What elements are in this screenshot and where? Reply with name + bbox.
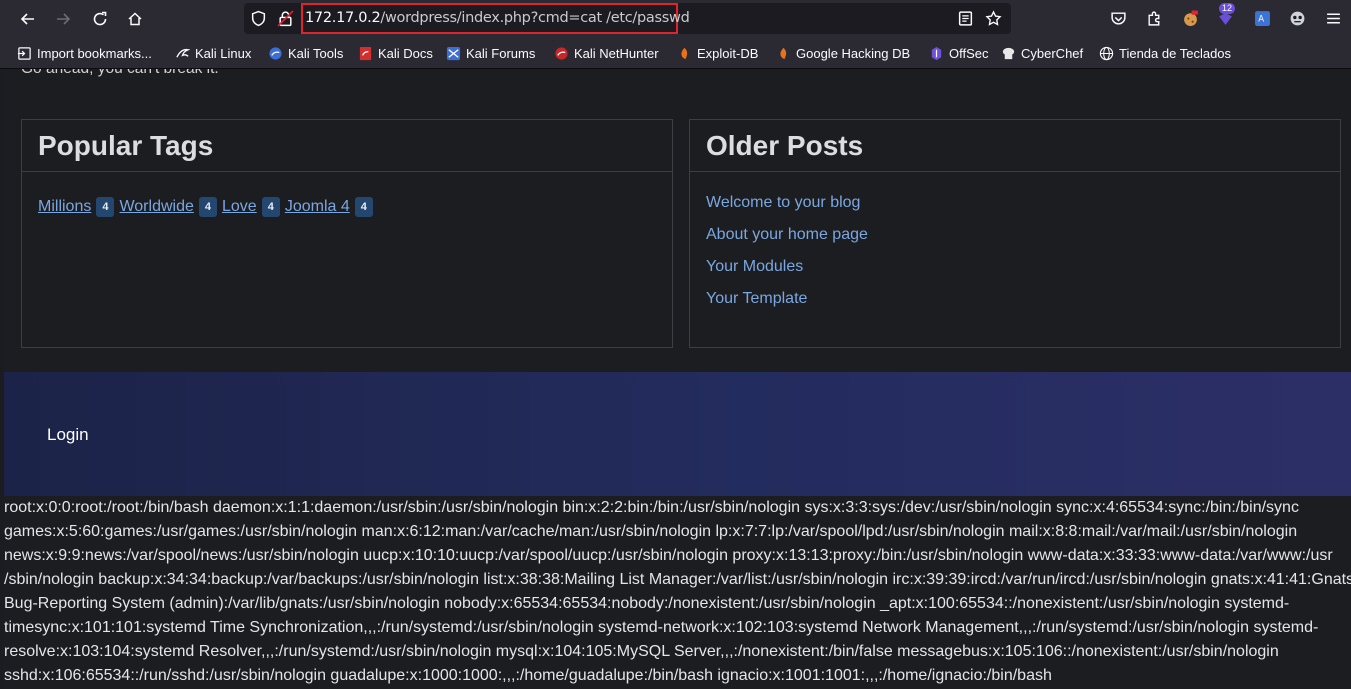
post-link-about[interactable]: About your home page [706,226,868,258]
post-link-modules[interactable]: Your Modules [706,258,868,290]
svg-text:A: A [1258,14,1264,24]
extensions-puzzle-icon[interactable] [1144,8,1164,28]
older-posts-card: Older Posts Welcome to your blog About y… [689,119,1341,348]
forward-button[interactable] [50,6,76,32]
kali-dragon-icon [175,46,190,61]
output-line: news:x:9:9:news:/var/spool/news:/usr/sbi… [4,547,1333,564]
bookmark-kali-linux[interactable]: Kali Linux [175,46,251,61]
cookie-extension-icon[interactable] [1180,8,1200,28]
bookmark-google-hacking-db[interactable]: Google Hacking DB [776,46,910,61]
ghdb-icon [776,46,791,61]
reload-button[interactable] [87,6,113,32]
insecure-lock-icon[interactable] [277,10,294,27]
post-link-welcome[interactable]: Welcome to your blog [706,194,868,226]
tag-count-badge: 4 [261,197,280,217]
bookmark-label: Tienda de Teclados [1119,46,1232,61]
nethunter-icon [554,46,569,61]
bookmark-tienda-de-teclados[interactable]: Tienda de Teclados [1099,46,1231,61]
tag-link-joomla-4[interactable]: Joomla 4 [285,198,350,216]
output-line: root:x:0:0:root:/root:/bin/bash daemon:x… [4,499,1299,516]
bookmark-label: CyberChef [1021,46,1084,61]
site-footer: Login [4,372,1351,496]
bookmark-cyberchef[interactable]: CyberChef [1001,46,1083,61]
bookmark-exploit-db[interactable]: Exploit-DB [677,46,758,61]
forward-arrow-icon [57,13,71,25]
output-line: Bug-Reporting System (admin):/var/lib/gn… [4,595,1290,612]
older-posts-title: Older Posts [706,130,864,161]
bookmark-label: Exploit-DB [697,46,759,61]
output-line: timesync:x:101:101:systemd Time Synchron… [4,619,1319,636]
intro-text: Go ahead, you can't break it. [21,69,219,78]
menu-hamburger-icon[interactable] [1323,8,1343,28]
home-button[interactable] [122,6,148,32]
bookmark-label: Kali Docs [378,46,433,61]
kali-forums-icon [446,46,461,61]
bookmark-label: Kali Forums [466,46,536,61]
bookmark-kali-docs[interactable]: Kali Docs [358,46,433,61]
bookmark-label: OffSec [949,46,989,61]
bookmark-label: Kali Linux [195,46,252,61]
output-line: /sbin/nologin backup:x:34:34:backup:/var… [4,571,1351,588]
tag-list: Millions 4 Worldwide 4 Love 4 Joomla 4 4 [38,197,378,217]
bookmarks-toolbar: Import bookmarks... Kali Linux Kali Tool… [0,37,1351,69]
hacker-mask-extension-icon[interactable] [1287,8,1307,28]
offsec-icon [929,46,944,61]
popular-tags-card: Popular Tags Millions 4 Worldwide 4 Love… [21,119,673,348]
tag-link-worldwide[interactable]: Worldwide [119,198,193,216]
post-list: Welcome to your blog About your home pag… [706,194,868,322]
output-line: games:x:5:60:games:/usr/games:/usr/sbin/… [4,523,1298,540]
tag-link-love[interactable]: Love [222,198,257,216]
kali-docs-icon [358,46,373,61]
bookmark-kali-nethunter[interactable]: Kali NetHunter [554,46,659,61]
popular-tags-title: Popular Tags [38,130,214,161]
url-bar[interactable]: 172.17.0.2/wordpress/index.php?cmd=cat /… [244,3,1011,34]
exploitdb-icon [677,46,692,61]
bookmark-offsec[interactable]: OffSec [929,46,989,61]
import-icon [17,46,32,61]
bookmark-label: Kali NetHunter [574,46,659,61]
reload-icon [93,11,107,26]
bookmark-label: Kali Tools [288,46,344,61]
bookmark-star-icon[interactable] [985,10,1002,27]
tag-count-badge: 4 [198,197,217,217]
navigation-toolbar: 172.17.0.2/wordpress/index.php?cmd=cat /… [0,0,1351,37]
translate-extension-icon[interactable]: A [1252,8,1272,28]
bookmark-label: Google Hacking DB [796,46,911,61]
extension-badge: 12 [1219,3,1236,14]
output-line: sshd:x:106:65534::/run/sshd:/usr/sbin/no… [4,667,1052,684]
kali-tools-icon [268,46,283,61]
web-page: Go ahead, you can't break it. Popular Ta… [4,69,1351,689]
bookmark-import[interactable]: Import bookmarks... [17,46,152,61]
back-arrow-icon [20,13,34,25]
url-path: /wordpress/index.php?cmd=cat /etc/passwd [380,10,690,26]
globe-icon [1099,46,1114,61]
bookmark-kali-forums[interactable]: Kali Forums [446,46,535,61]
tag-count-badge: 4 [354,197,373,217]
tracking-protection-shield-icon[interactable] [250,10,267,27]
tag-count-badge: 4 [96,197,115,217]
back-button[interactable] [15,6,41,32]
card-header: Older Posts [690,120,1340,172]
login-link[interactable]: Login [47,425,89,445]
bookmark-kali-tools[interactable]: Kali Tools [268,46,343,61]
url-text[interactable]: 172.17.0.2/wordpress/index.php?cmd=cat /… [305,10,690,26]
output-line: resolve:x:103:104:systemd Resolver,,,:/r… [4,643,1279,660]
url-host: 172.17.0.2 [305,10,381,26]
home-icon [128,12,142,26]
cyberchef-icon [1001,46,1016,61]
bookmark-label: Import bookmarks... [37,46,152,61]
command-output: root:x:0:0:root:/root:/bin/bash daemon:x… [4,496,1351,689]
post-link-template[interactable]: Your Template [706,290,868,322]
card-header: Popular Tags [22,120,672,172]
pocket-icon[interactable] [1108,8,1128,28]
reader-view-icon[interactable] [957,10,974,27]
tag-link-millions[interactable]: Millions [38,198,91,216]
